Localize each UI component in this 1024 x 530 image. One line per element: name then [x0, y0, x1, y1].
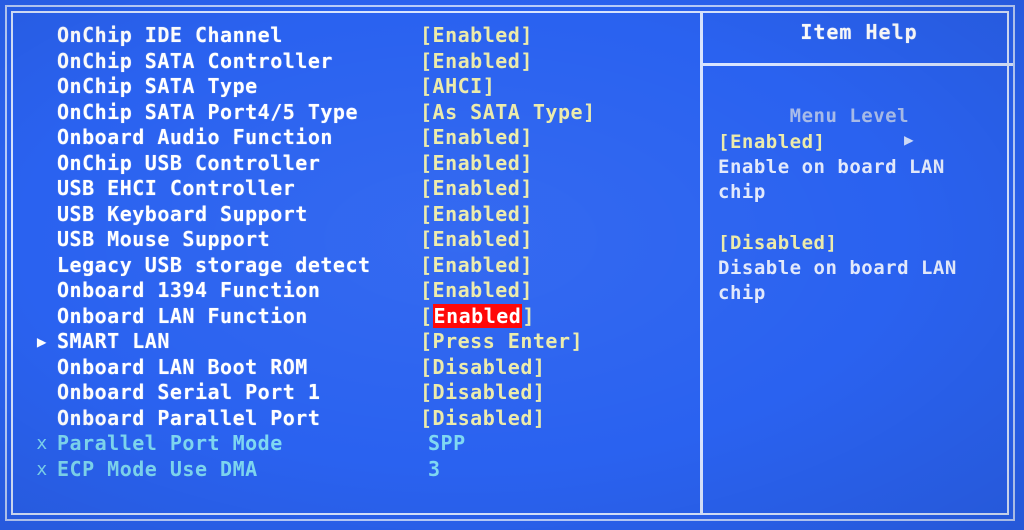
menu-item-value[interactable]: [Press Enter]	[420, 329, 583, 355]
menu-row[interactable]: Onboard LAN Boot ROM [Disabled]	[0, 355, 700, 381]
menu-item-label: OnChip SATA Type	[57, 74, 258, 98]
submenu-arrow-icon: ▶	[36, 332, 48, 351]
menu-item-label: USB Mouse Support	[57, 227, 271, 251]
menu-item-value-selected[interactable]: [Enabled]	[420, 303, 535, 330]
menu-item-label: Onboard LAN Function	[57, 303, 308, 328]
menu-row[interactable]: x ECP Mode Use DMA 3	[0, 457, 700, 483]
menu-row[interactable]: Onboard Audio Function [Enabled]	[0, 125, 700, 151]
help-entry-0-key: [Enabled]	[718, 131, 826, 153]
help-entry-1-key: [Disabled]	[718, 232, 838, 254]
settings-list: OnChip IDE Channel [Enabled] OnChip SATA C…	[0, 0, 700, 530]
menu-item-label: OnChip SATA Port4/5 Type	[57, 99, 358, 124]
menu-item-value[interactable]: [Enabled]	[420, 202, 533, 228]
menu-item-value[interactable]: [Disabled]	[420, 355, 545, 381]
menu-item-value[interactable]: [Enabled]	[420, 176, 533, 202]
menu-item-label: USB Keyboard Support	[57, 201, 308, 226]
menu-row[interactable]: OnChip SATA Controller [Enabled]	[0, 49, 700, 75]
menu-item-label: ECP Mode Use DMA	[57, 456, 258, 481]
help-entry-0-desc-1: Enable on board LAN	[718, 156, 945, 178]
menu-item-value[interactable]: [Disabled]	[420, 380, 545, 406]
bracket-close: ]	[522, 303, 535, 328]
menu-item-value[interactable]: [Enabled]	[420, 125, 533, 151]
menu-row[interactable]: OnChip USB Controller [Enabled]	[0, 151, 700, 177]
menu-row[interactable]: USB Mouse Support [Enabled]	[0, 227, 700, 253]
item-help-title: Item Help	[800, 20, 918, 44]
menu-row[interactable]: Onboard LAN Function [Enabled]	[0, 303, 700, 330]
bracket-open: [	[420, 303, 433, 328]
menu-item-label: OnChip SATA Controller	[57, 48, 333, 73]
menu-item-label: Onboard 1394 Function	[57, 278, 321, 302]
disabled-marker-icon: x	[36, 458, 48, 480]
menu-item-value[interactable]: [Enabled]	[420, 227, 533, 253]
menu-item-value[interactable]: [Enabled]	[420, 253, 533, 279]
menu-row[interactable]: ▶ SMART LAN [Press Enter]	[0, 329, 700, 355]
menu-row[interactable]: OnChip SATA Port4/5 Type [As SATA Type]	[0, 100, 700, 126]
menu-item-label: USB EHCI Controller	[57, 176, 296, 200]
menu-item-label: OnChip IDE Channel	[57, 23, 283, 47]
menu-item-value[interactable]: [Enabled]	[420, 23, 533, 49]
menu-item-label: Onboard Parallel Port	[57, 405, 321, 430]
menu-row[interactable]: Onboard Serial Port 1 [Disabled]	[0, 380, 700, 406]
item-help-panel: Item Help Menu Level ▶ [Enabled] Enable …	[703, 0, 1015, 530]
menu-row[interactable]: x Parallel Port Mode SPP	[0, 431, 700, 457]
menu-row[interactable]: OnChip IDE Channel [Enabled]	[0, 23, 700, 49]
menu-row[interactable]: OnChip SATA Type [AHCI]	[0, 74, 700, 100]
selected-value-highlight[interactable]: Enabled	[432, 303, 523, 328]
menu-item-value[interactable]: [Enabled]	[420, 151, 533, 177]
menu-item-value[interactable]: [Enabled]	[420, 278, 533, 304]
menu-item-value[interactable]: [Enabled]	[420, 49, 533, 75]
menu-item-label: Onboard LAN Boot ROM	[57, 354, 308, 379]
menu-item-value[interactable]: [AHCI]	[420, 74, 495, 100]
bios-setup-screen: OnChip IDE Channel [Enabled] OnChip SATA C…	[0, 0, 1024, 530]
menu-item-value[interactable]: SPP	[428, 431, 466, 457]
menu-row[interactable]: Legacy USB storage detect [Enabled]	[0, 253, 700, 279]
menu-row[interactable]: Onboard 1394 Function [Enabled]	[0, 278, 700, 304]
menu-item-value[interactable]: 3	[428, 457, 441, 483]
menu-row[interactable]: Onboard Parallel Port [Disabled]	[0, 406, 700, 432]
menu-item-label: Onboard Audio Function	[57, 125, 333, 149]
menu-level-label: Menu Level	[789, 105, 910, 127]
menu-item-label: SMART LAN	[57, 329, 170, 353]
disabled-marker-icon: x	[36, 433, 48, 454]
menu-item-value[interactable]: [Disabled]	[420, 406, 545, 432]
help-entry-1-desc-2: chip	[718, 282, 766, 304]
menu-level-arrow-icon: ▶	[904, 130, 915, 149]
menu-item-label: Parallel Port Mode	[57, 431, 283, 455]
menu-item-label: OnChip USB Controller	[57, 150, 321, 175]
menu-item-value[interactable]: [As SATA Type]	[420, 100, 596, 126]
menu-row[interactable]: USB Keyboard Support [Enabled]	[0, 202, 700, 228]
menu-item-label: Legacy USB storage detect	[57, 252, 371, 277]
menu-row[interactable]: USB EHCI Controller [Enabled]	[0, 176, 700, 202]
menu-item-label: Onboard Serial Port 1	[57, 380, 321, 404]
help-entry-1-desc-1: Disable on board LAN	[718, 257, 957, 279]
help-entry-0-desc-2: chip	[718, 181, 766, 203]
